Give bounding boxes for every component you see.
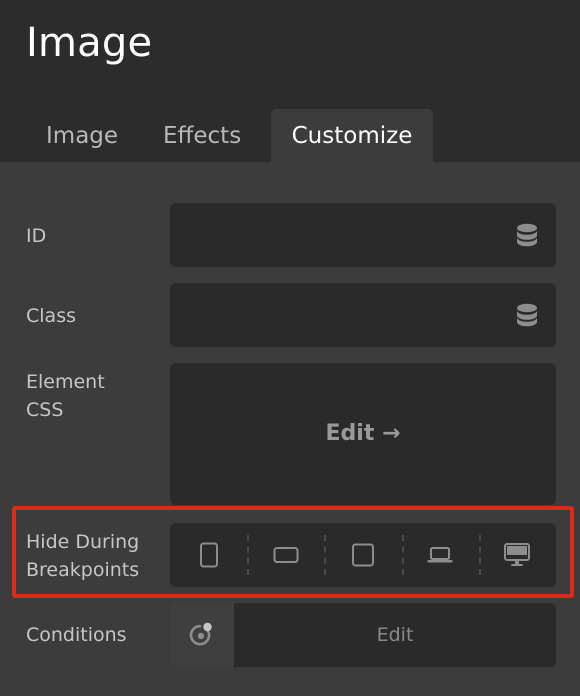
database-icon[interactable] [516, 303, 538, 327]
highlight-annotation [12, 506, 574, 598]
customize-panel: ID Class Element CSS Edit → Hide During [0, 162, 580, 696]
element-css-field[interactable]: Edit → [170, 363, 556, 505]
class-label: Class [26, 305, 76, 327]
panel-title: Image [26, 20, 153, 66]
conditions-label: Conditions [26, 624, 127, 646]
tab-customize[interactable]: Customize [271, 109, 433, 162]
id-field[interactable] [170, 203, 556, 267]
conditions-icon [189, 622, 212, 646]
conditions-icon-button[interactable] [170, 603, 234, 667]
conditions-field: Edit [170, 603, 556, 667]
tab-effects[interactable]: Effects [163, 109, 241, 162]
panel-header: Image Image Effects Customize [0, 0, 580, 162]
database-icon[interactable] [516, 223, 538, 247]
element-css-label-line1: Element [26, 371, 105, 393]
edit-css-button[interactable]: Edit → [170, 421, 556, 446]
class-field[interactable] [170, 283, 556, 347]
conditions-edit-button[interactable]: Edit [234, 603, 556, 667]
id-label: ID [26, 225, 47, 247]
tab-image[interactable]: Image [46, 109, 118, 162]
element-css-label: Element CSS [26, 368, 105, 424]
element-css-label-line2: CSS [26, 399, 64, 421]
